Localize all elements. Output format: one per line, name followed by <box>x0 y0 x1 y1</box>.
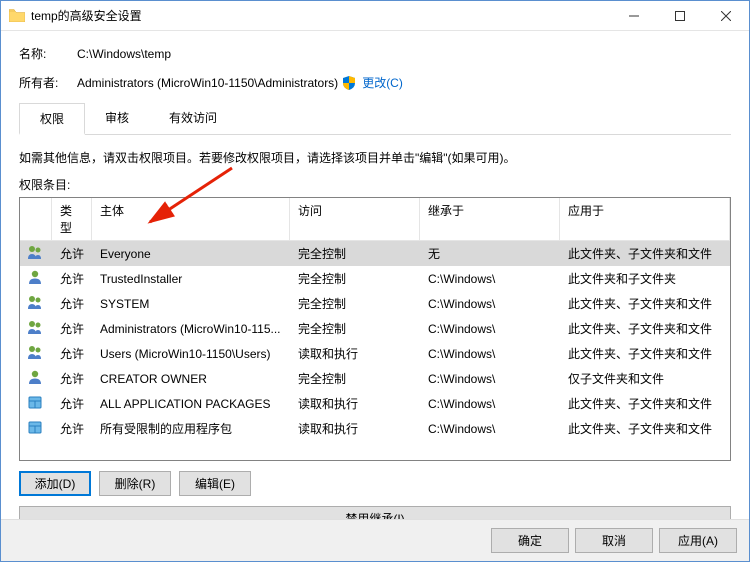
cell-type: 允许 <box>52 294 92 313</box>
cell-access: 完全控制 <box>290 244 420 263</box>
principal-icon <box>20 342 52 365</box>
cell-principal: Administrators (MicroWin10-115... <box>92 321 290 337</box>
cell-type: 允许 <box>52 394 92 413</box>
apply-button[interactable]: 应用(A) <box>659 528 737 553</box>
principal-icon <box>20 417 52 440</box>
cell-inherited: 无 <box>420 244 560 263</box>
cell-applies: 仅子文件夹和文件 <box>560 369 730 388</box>
cell-inherited: C:\Windows\ <box>420 371 560 387</box>
table-header: 类型 主体 访问 继承于 应用于 <box>20 198 730 241</box>
permissions-table: 类型 主体 访问 继承于 应用于 允许Everyone完全控制无此文件夹、子文件… <box>19 197 731 461</box>
table-row[interactable]: 允许SYSTEM完全控制C:\Windows\此文件夹、子文件夹和文件 <box>20 291 730 316</box>
cell-principal: 所有受限制的应用程序包 <box>92 419 290 438</box>
table-row[interactable]: 允许CREATOR OWNER完全控制C:\Windows\仅子文件夹和文件 <box>20 366 730 391</box>
cell-type: 允许 <box>52 344 92 363</box>
cell-applies: 此文件夹、子文件夹和文件 <box>560 294 730 313</box>
cell-access: 完全控制 <box>290 369 420 388</box>
remove-button[interactable]: 删除(R) <box>99 471 171 496</box>
cell-access: 完全控制 <box>290 269 420 288</box>
tab-auditing[interactable]: 审核 <box>85 103 149 134</box>
principal-icon <box>20 242 52 265</box>
table-row[interactable]: 允许Administrators (MicroWin10-115...完全控制C… <box>20 316 730 341</box>
cell-applies: 此文件夹、子文件夹和文件 <box>560 394 730 413</box>
tab-strip: 权限 审核 有效访问 <box>19 103 731 135</box>
principal-icon <box>20 367 52 390</box>
shield-icon <box>342 76 356 90</box>
window-title: temp的高级安全设置 <box>31 7 611 24</box>
dialog-button-bar: 确定 取消 应用(A) <box>1 519 749 561</box>
table-row[interactable]: 允许所有受限制的应用程序包读取和执行C:\Windows\此文件夹、子文件夹和文… <box>20 416 730 441</box>
cell-inherited: C:\Windows\ <box>420 271 560 287</box>
tab-effective-access[interactable]: 有效访问 <box>149 103 237 134</box>
ok-button[interactable]: 确定 <box>491 528 569 553</box>
col-access[interactable]: 访问 <box>290 198 420 240</box>
principal-icon <box>20 317 52 340</box>
cell-inherited: C:\Windows\ <box>420 296 560 312</box>
cell-inherited: C:\Windows\ <box>420 346 560 362</box>
minimize-button[interactable] <box>611 1 657 31</box>
maximize-button[interactable] <box>657 1 703 31</box>
col-type[interactable]: 类型 <box>52 198 92 240</box>
col-applies[interactable]: 应用于 <box>560 198 730 240</box>
name-label: 名称: <box>19 45 77 62</box>
principal-icon <box>20 267 52 290</box>
cell-principal: TrustedInstaller <box>92 271 290 287</box>
owner-label: 所有者: <box>19 74 77 91</box>
cell-access: 完全控制 <box>290 319 420 338</box>
cell-access: 读取和执行 <box>290 419 420 438</box>
col-principal[interactable]: 主体 <box>92 198 290 240</box>
table-row[interactable]: 允许TrustedInstaller完全控制C:\Windows\此文件夹和子文… <box>20 266 730 291</box>
principal-icon <box>20 292 52 315</box>
cell-applies: 此文件夹、子文件夹和文件 <box>560 344 730 363</box>
cell-principal: SYSTEM <box>92 296 290 312</box>
cell-applies: 此文件夹、子文件夹和文件 <box>560 419 730 438</box>
col-inherited[interactable]: 继承于 <box>420 198 560 240</box>
cancel-button[interactable]: 取消 <box>575 528 653 553</box>
cell-principal: Users (MicroWin10-1150\Users) <box>92 346 290 362</box>
cell-type: 允许 <box>52 269 92 288</box>
instruction-text: 如需其他信息，请双击权限项目。若要修改权限项目，请选择该项目并单击"编辑"(如果… <box>19 149 731 166</box>
cell-applies: 此文件夹和子文件夹 <box>560 269 730 288</box>
cell-type: 允许 <box>52 419 92 438</box>
cell-type: 允许 <box>52 244 92 263</box>
table-row[interactable]: 允许ALL APPLICATION PACKAGES读取和执行C:\Window… <box>20 391 730 416</box>
cell-applies: 此文件夹、子文件夹和文件 <box>560 244 730 263</box>
cell-access: 读取和执行 <box>290 394 420 413</box>
cell-inherited: C:\Windows\ <box>420 421 560 437</box>
cell-inherited: C:\Windows\ <box>420 321 560 337</box>
cell-type: 允许 <box>52 369 92 388</box>
cell-principal: Everyone <box>92 246 290 262</box>
close-button[interactable] <box>703 1 749 31</box>
cell-access: 读取和执行 <box>290 344 420 363</box>
tab-permissions[interactable]: 权限 <box>19 103 85 135</box>
principal-icon <box>20 392 52 415</box>
folder-icon <box>9 9 25 22</box>
table-row[interactable]: 允许Users (MicroWin10-1150\Users)读取和执行C:\W… <box>20 341 730 366</box>
cell-principal: ALL APPLICATION PACKAGES <box>92 396 290 412</box>
cell-type: 允许 <box>52 319 92 338</box>
owner-value: Administrators (MicroWin10-1150\Administ… <box>77 76 338 90</box>
titlebar: temp的高级安全设置 <box>1 1 749 31</box>
cell-inherited: C:\Windows\ <box>420 396 560 412</box>
edit-button[interactable]: 编辑(E) <box>179 471 251 496</box>
table-row[interactable]: 允许Everyone完全控制无此文件夹、子文件夹和文件 <box>20 241 730 266</box>
add-button[interactable]: 添加(D) <box>19 471 91 496</box>
name-value: C:\Windows\temp <box>77 47 171 61</box>
cell-access: 完全控制 <box>290 294 420 313</box>
change-owner-link[interactable]: 更改(C) <box>362 74 403 91</box>
cell-applies: 此文件夹、子文件夹和文件 <box>560 319 730 338</box>
cell-principal: CREATOR OWNER <box>92 371 290 387</box>
perm-entries-label: 权限条目: <box>19 176 731 193</box>
